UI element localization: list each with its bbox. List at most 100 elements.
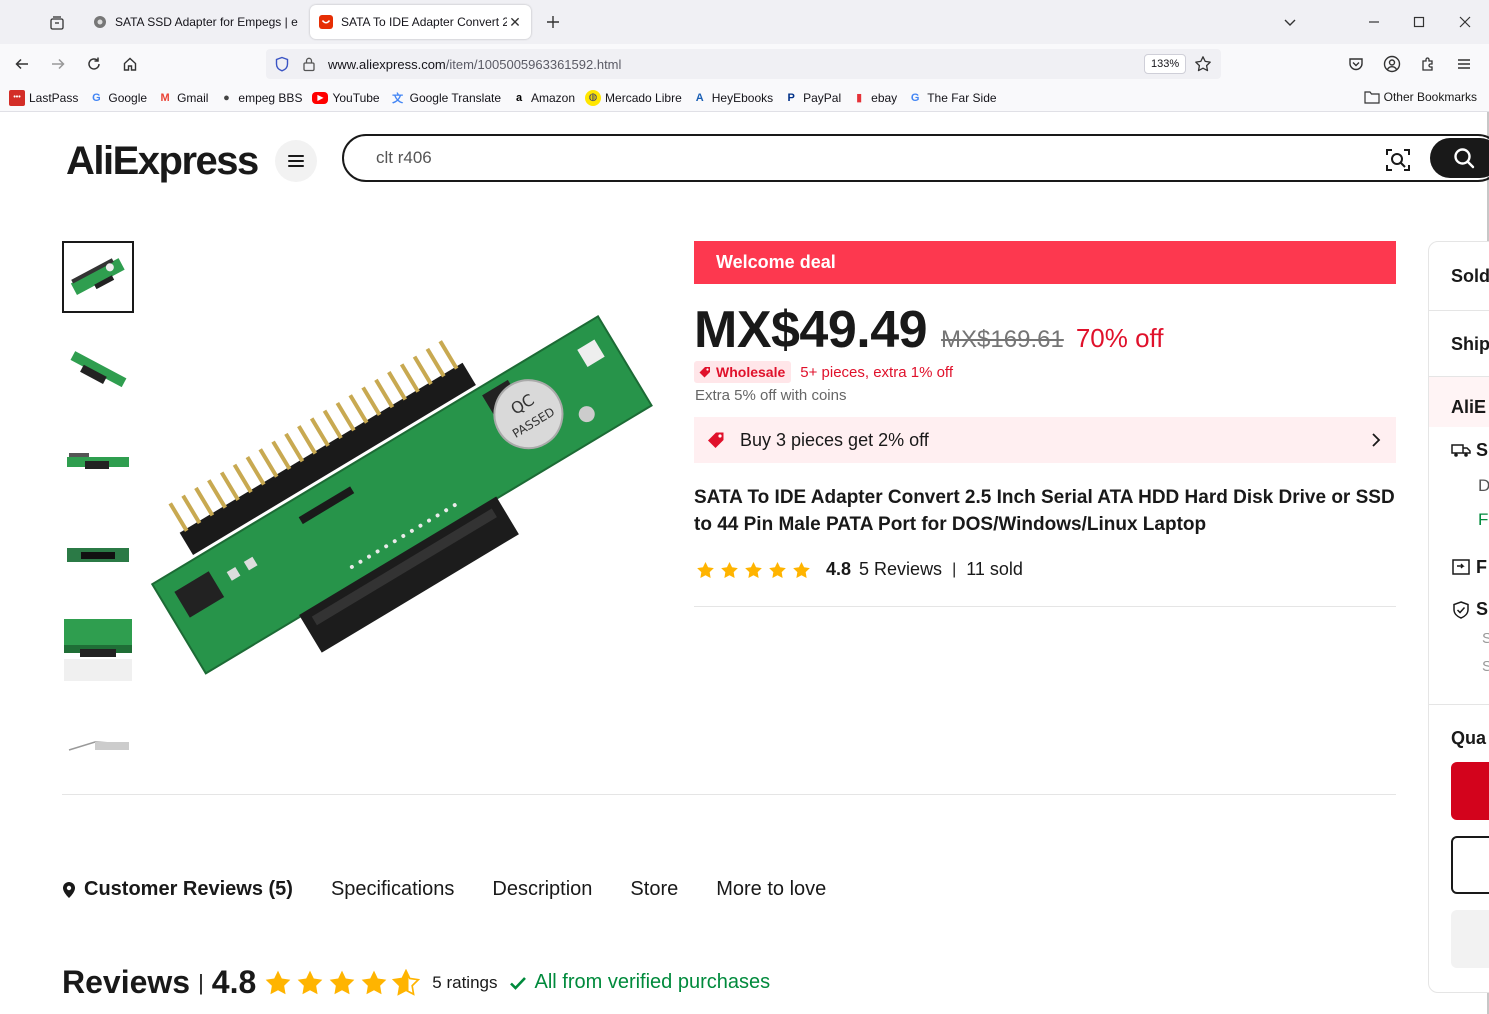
search-button[interactable] [1430,138,1489,178]
back-arrow-icon[interactable] [10,52,34,76]
zoom-level-badge[interactable]: 133% [1144,54,1187,74]
tab-specifications[interactable]: Specifications [331,878,454,901]
reviews-link[interactable]: 5 Reviews [859,559,942,580]
close-tab-icon[interactable]: ✕ [507,14,523,30]
bookmark-item[interactable]: G Google [88,90,147,106]
google-icon: G [92,91,101,104]
reviews-stars [264,969,424,996]
forward-arrow-icon[interactable] [46,52,70,76]
reviews-summary: Reviews | 4.8 5 ratings All from verifie… [62,964,770,1001]
new-tab-icon[interactable] [542,11,564,33]
tab-description[interactable]: Description [492,878,592,901]
bookmark-label: HeyEbooks [711,90,774,105]
account-icon[interactable] [1380,52,1404,76]
tab-customer-reviews[interactable]: Customer Reviews (5) [62,878,293,901]
search-input[interactable]: clt r406 [376,148,432,168]
tab-label: Description [492,878,593,900]
tab-title: SATA To IDE Adapter Convert 2.5 [341,15,507,29]
purchase-side-panel: Sold Ship AliE S D F F S S S Qua [1428,241,1489,993]
product-thumbnail[interactable] [62,241,134,313]
reload-icon[interactable] [82,52,106,76]
product-thumbnail[interactable] [62,613,134,685]
product-thumbnail[interactable] [62,427,134,499]
product-thumbnail[interactable] [62,706,134,752]
star-icon [793,561,810,578]
bookmark-label: ebay [871,90,898,105]
bookmark-label: Gmail [177,90,209,105]
tab-store[interactable]: Store [630,878,678,901]
url-text: www.aliexpress.com/item/1005005963361592… [328,57,621,72]
url-path: /item/1005005963361592.html [445,57,622,72]
bookmark-label: YouTube [332,90,380,105]
pocket-icon[interactable] [1344,52,1368,76]
tab-label: Store [630,878,679,900]
search-icon [1454,148,1475,169]
logo-text: AliExpress [66,139,259,183]
bookmark-star-icon[interactable] [1194,55,1212,73]
extensions-icon[interactable] [1416,52,1440,76]
tab-more-to-love[interactable]: More to love [716,878,826,901]
wholesale-label: Wholesale [716,364,786,380]
ebay-icon: ▮ [856,92,863,104]
list-all-tabs-chevron-icon[interactable] [1278,10,1302,34]
bookmark-item[interactable]: M Gmail [157,90,208,106]
search-bar[interactable]: clt r406 [342,134,1489,182]
bookmark-item[interactable]: ••• LastPass [9,89,78,106]
aliexpress-logo[interactable]: AliExpress [66,138,259,184]
bookmark-item[interactable]: G The Far Side [907,90,997,106]
category-menu-button[interactable] [275,140,317,182]
bookmark-item[interactable]: a Amazon [511,90,575,106]
product-title: SATA To IDE Adapter Convert 2.5 Inch Ser… [694,487,1395,535]
empeg-favicon-icon [92,14,108,30]
product-thumbnail[interactable] [62,520,134,592]
bookmark-label: The Far Side [927,90,997,105]
product-thumbnail[interactable] [62,334,134,406]
bookmark-item[interactable]: ▮ ebay [851,90,897,106]
buy-now-button[interactable] [1451,762,1489,820]
bookmark-item[interactable]: P PayPal [783,90,841,106]
bookmark-label: empeg BBS [238,90,303,105]
chevron-right-icon[interactable] [1370,431,1382,449]
address-bar[interactable]: www.aliexpress.com/item/1005005963361592… [266,49,1221,79]
star-icon [265,970,291,995]
amazon-icon: a [515,91,523,104]
tab-list-icon[interactable] [46,12,68,34]
close-window-icon[interactable] [1453,10,1477,34]
image-search-icon[interactable] [1384,146,1412,174]
hamburger-menu-icon[interactable] [1452,52,1476,76]
coupon-tag-icon [708,432,724,448]
tracking-protection-shield-icon[interactable] [274,56,290,72]
delivery-text: D [1478,476,1489,496]
bookmark-item[interactable]: A HeyEbooks [692,90,773,106]
other-bookmarks-folder[interactable]: Other Bookmarks [1364,90,1477,104]
verified-purchases: All from verified purchases [509,971,770,994]
sold-count: 11 sold [966,559,1023,579]
bookmark-label: Mercado Libre [605,90,682,105]
free-shipping-text: F [1478,510,1489,529]
add-to-cart-button[interactable] [1451,836,1489,894]
lock-icon[interactable] [302,56,316,72]
menu-icon [288,155,304,167]
verified-text: All from verified purchases [534,971,771,993]
current-price: MX$49.49 [694,301,928,359]
checkmark-icon [510,976,527,990]
main-product-image[interactable]: QC PASSED [150,310,660,690]
bundle-offer-row[interactable]: Buy 3 pieces get 2% off [694,417,1396,463]
bookmark-item[interactable]: ● empeg BBS [218,90,302,106]
minimize-icon[interactable] [1362,10,1386,34]
bookmark-item[interactable]: 文 Google Translate [390,90,501,106]
bookmark-label: Google Translate [409,90,501,105]
product-section-tabs: Customer Reviews (5) Specifications Desc… [62,878,864,901]
browser-tab-bar: SATA SSD Adapter for Empegs | e SATA To … [0,0,1489,44]
bookmark-item[interactable]: ▶ YouTube [312,90,380,105]
maximize-icon[interactable] [1407,10,1431,34]
home-icon[interactable] [118,52,142,76]
browser-tab-1[interactable]: SATA SSD Adapter for Empegs | e [84,5,306,39]
wishlist-button[interactable] [1451,910,1489,968]
bookmark-item[interactable]: ◍ Mercado Libre [585,89,682,106]
free-returns-label: F [1476,557,1487,577]
browser-tab-2[interactable]: SATA To IDE Adapter Convert 2.5 ✕ [310,5,531,39]
ship-to-label[interactable]: Ship [1451,334,1489,355]
wholesale-badge: Wholesale [694,361,792,383]
url-host: www.aliexpress.com [328,57,446,72]
